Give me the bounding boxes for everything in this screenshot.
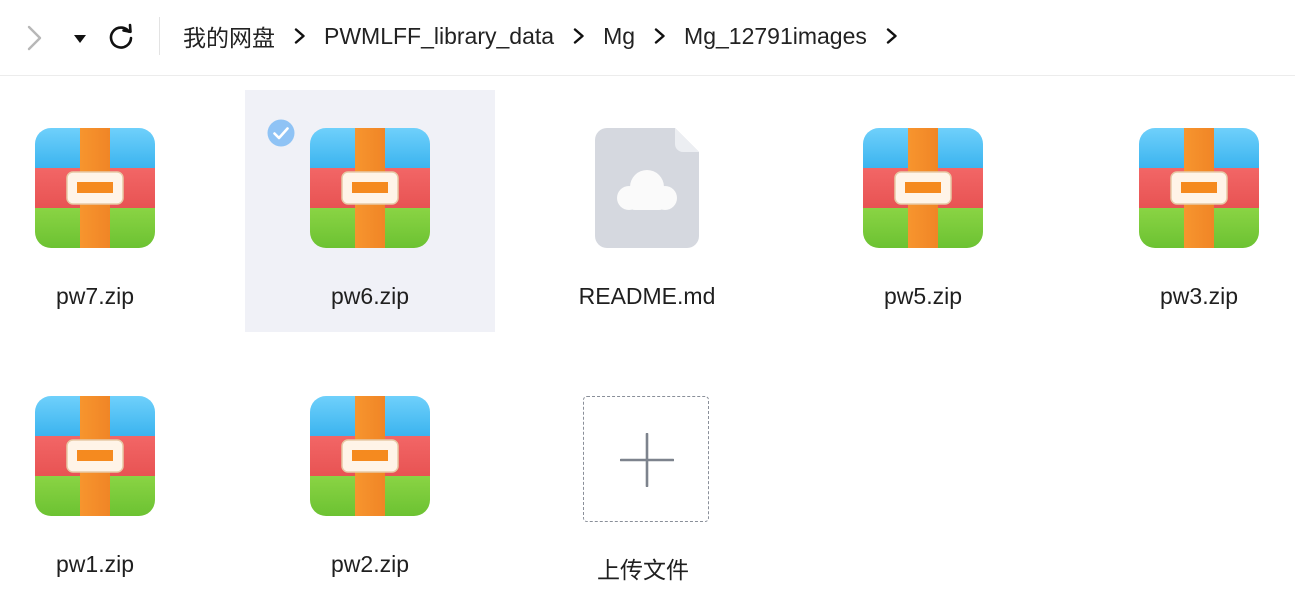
file-item-pw5-zip[interactable]: pw5.zip [798,90,1048,332]
zip-archive-icon [863,128,983,248]
file-name: pw5.zip [884,283,962,309]
chevron-right-icon [573,28,584,44]
file-item-pw3-zip[interactable]: pw3.zip [1074,90,1295,332]
breadcrumb-item-library[interactable]: PWMLFF_library_data [324,23,554,50]
refresh-button[interactable] [106,22,136,52]
chevron-right-icon [654,28,665,44]
file-item-pw1-zip[interactable]: pw1.zip [0,358,220,600]
upload-label: 上传文件 [597,557,689,583]
back-button[interactable] [20,22,48,54]
zip-archive-icon [35,396,155,516]
file-name: README.md [578,283,716,309]
file-item-pw2-zip[interactable]: pw2.zip [245,358,495,600]
file-name: pw7.zip [56,283,134,309]
plus-icon [620,433,674,487]
caret-down-icon [74,35,86,43]
history-dropdown-button[interactable] [70,26,90,50]
zip-archive-icon [310,396,430,516]
toolbar-divider [159,17,160,55]
zip-archive-icon [1139,128,1259,248]
chevron-right-icon[interactable] [885,28,899,44]
breadcrumb-item-mg[interactable]: Mg [603,23,635,50]
file-name: pw1.zip [56,551,134,577]
file-name: pw2.zip [331,551,409,577]
file-item-pw6-zip[interactable]: pw6.zip [245,90,495,332]
file-item-pw7-zip[interactable]: pw7.zip [0,90,220,332]
file-item-readme-md[interactable]: README.md [522,90,772,332]
zip-archive-icon [35,128,155,248]
upload-file-tile[interactable]: 上传文件 [518,358,768,600]
breadcrumb-item-current[interactable]: Mg_12791images [684,23,867,50]
breadcrumb: 我的网盘 PWMLFF_library_data Mg Mg_12791imag… [183,18,916,54]
upload-dropzone[interactable] [583,396,709,522]
file-name: pw6.zip [331,283,409,309]
file-name: pw3.zip [1160,283,1238,309]
zip-archive-icon [310,128,430,248]
chevron-right-icon [27,25,42,51]
toolbar: 我的网盘 PWMLFF_library_data Mg Mg_12791imag… [0,0,1295,76]
cloud-document-icon [595,128,699,248]
chevron-right-icon [294,28,305,44]
breadcrumb-item-root[interactable]: 我的网盘 [183,19,275,53]
refresh-icon [109,23,133,49]
check-circle-icon[interactable] [266,118,296,148]
